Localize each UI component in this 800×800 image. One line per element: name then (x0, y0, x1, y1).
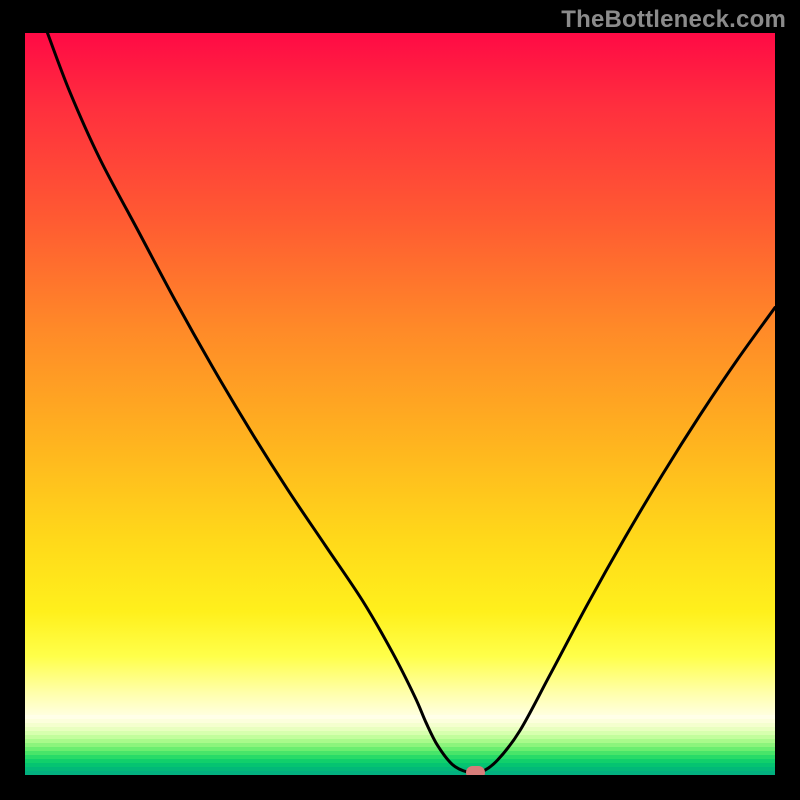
watermark-text: TheBottleneck.com (561, 6, 786, 34)
bottleneck-curve (25, 33, 775, 775)
plot-area (25, 33, 775, 775)
chart-frame: TheBottleneck.com (0, 0, 800, 800)
minimum-marker (466, 766, 485, 775)
